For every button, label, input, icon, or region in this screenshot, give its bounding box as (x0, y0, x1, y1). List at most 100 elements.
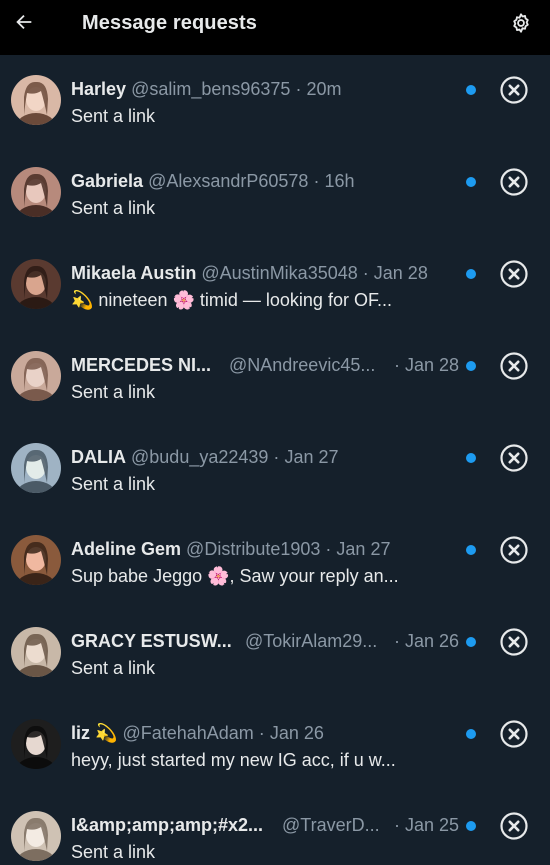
sender-handle: @AustinMika35048 (201, 263, 358, 283)
message-requests-screen: Message requests Harley @salim_bens96375… (0, 0, 550, 865)
message-preview: Sent a link (71, 382, 156, 402)
avatar[interactable] (11, 811, 61, 861)
unread-indicator (466, 453, 476, 463)
unread-indicator (466, 637, 476, 647)
close-circle-icon (500, 76, 528, 104)
request-header-line: Harley @salim_bens96375 · 20m (71, 77, 466, 101)
separator-dot: · (273, 447, 280, 467)
dismiss-request-button[interactable] (500, 628, 528, 656)
avatar[interactable] (11, 535, 61, 585)
message-preview: Sent a link (71, 106, 156, 126)
dismiss-request-button[interactable] (500, 444, 528, 472)
separator-dot: · (295, 79, 302, 99)
request-header-line: Adeline Gem @Distribute1903 · Jan 27 (71, 537, 466, 561)
dismiss-request-button[interactable] (500, 168, 528, 196)
request-header-line: Mikaela Austin @AustinMika35048 · Jan 28 (71, 261, 466, 285)
request-header-line: liz 💫 @FatehahAdam · Jan 26 (71, 721, 466, 745)
sender-name: DALIA (71, 447, 126, 467)
close-circle-icon (500, 812, 528, 840)
message-request-row[interactable]: I&amp;amp;amp;#x2... @TraverD... · Jan 25 S… (0, 791, 550, 865)
avatar[interactable] (11, 627, 61, 677)
unread-indicator (466, 361, 476, 371)
sender-name: GRACY ESTUSW... (71, 631, 232, 651)
message-preview: Sent a link (71, 474, 156, 494)
avatar[interactable] (11, 167, 61, 217)
close-circle-icon (500, 260, 528, 288)
dismiss-request-button[interactable] (500, 352, 528, 380)
sender-handle: @FatehahAdam (122, 723, 254, 743)
dismiss-request-button[interactable] (500, 260, 528, 288)
sender-name: liz 💫 (71, 723, 118, 743)
sender-name: Harley (71, 79, 127, 99)
separator-dot: · (313, 171, 320, 191)
sender-handle: @salim_bens96375 (131, 79, 291, 99)
message-request-row[interactable]: Mikaela Austin @AustinMika35048 · Jan 28… (0, 239, 550, 331)
message-request-row[interactable]: Gabriela @AlexsandrP60578 · 16h Sent a li… (0, 147, 550, 239)
sender-name: MERCEDES NI... (71, 355, 212, 375)
message-request-row[interactable]: GRACY ESTUSW... @TokirAlam29... · Jan 26 Se… (0, 607, 550, 699)
gear-icon (510, 12, 532, 39)
top-bar: Message requests (0, 0, 550, 55)
timestamp: Jan 25 (405, 815, 460, 835)
message-request-row[interactable]: DALIA @budu_ya22439 · Jan 27 Sent a link (0, 423, 550, 515)
request-header-line: I&amp;amp;amp;#x2... @TraverD... · Jan 25 (71, 813, 466, 837)
scrollbar-track[interactable] (544, 55, 550, 865)
separator-dot: · (394, 631, 400, 651)
timestamp: Jan 26 (269, 723, 324, 743)
request-header-line: DALIA @budu_ya22439 · Jan 27 (71, 445, 466, 469)
close-circle-icon (500, 444, 528, 472)
request-header-line: MERCEDES NI... @NAndreevic45... · Jan 28 (71, 353, 466, 377)
dismiss-request-button[interactable] (500, 720, 528, 748)
message-request-row[interactable]: Adeline Gem @Distribute1903 · Jan 27 Sup … (0, 515, 550, 607)
timestamp: Jan 27 (284, 447, 339, 467)
message-preview: heyy, just started my new IG acc, if u w… (71, 750, 396, 770)
page-title: Message requests (82, 12, 258, 34)
message-request-list: Harley @salim_bens96375 · 20m Sent a link… (0, 55, 550, 865)
sender-name: I&amp;amp;amp;#x2... (71, 815, 264, 835)
timestamp: Jan 28 (373, 263, 428, 283)
separator-dot: · (394, 355, 400, 375)
avatar[interactable] (11, 75, 61, 125)
separator-dot: · (394, 815, 400, 835)
sender-handle: @Distribute1903 (186, 539, 321, 559)
avatar[interactable] (11, 259, 61, 309)
timestamp: Jan 26 (405, 631, 460, 651)
avatar[interactable] (11, 443, 61, 493)
timestamp: 16h (324, 171, 355, 191)
sender-name: Adeline Gem (71, 539, 182, 559)
message-preview: Sent a link (71, 198, 156, 218)
message-request-row[interactable]: liz 💫 @FatehahAdam · Jan 26 heyy, just st… (0, 699, 550, 791)
timestamp: Jan 28 (405, 355, 460, 375)
request-header-line: Gabriela @AlexsandrP60578 · 16h (71, 169, 466, 193)
unread-indicator (466, 269, 476, 279)
close-circle-icon (500, 628, 528, 656)
close-circle-icon (500, 536, 528, 564)
avatar[interactable] (11, 351, 61, 401)
dismiss-request-button[interactable] (500, 812, 528, 840)
dismiss-request-button[interactable] (500, 536, 528, 564)
sender-handle: @AlexsandrP60578 (148, 171, 309, 191)
sender-handle: @TraverD... (282, 815, 380, 835)
settings-button[interactable] (508, 12, 534, 38)
separator-dot: · (258, 723, 265, 743)
close-circle-icon (500, 168, 528, 196)
unread-indicator (466, 545, 476, 555)
message-request-row[interactable]: MERCEDES NI... @NAndreevic45... · Jan 28 Se… (0, 331, 550, 423)
unread-indicator (466, 729, 476, 739)
timestamp: Jan 27 (336, 539, 391, 559)
back-button[interactable] (10, 10, 38, 38)
message-request-row[interactable]: Harley @salim_bens96375 · 20m Sent a link (0, 55, 550, 147)
unread-indicator (466, 821, 476, 831)
arrow-left-icon (13, 11, 35, 38)
dismiss-request-button[interactable] (500, 76, 528, 104)
request-header-line: GRACY ESTUSW... @TokirAlam29... · Jan 26 (71, 629, 466, 653)
sender-handle: @NAndreevic45... (229, 355, 376, 375)
sender-handle: @budu_ya22439 (131, 447, 269, 467)
sender-name: Mikaela Austin (71, 263, 197, 283)
avatar[interactable] (11, 719, 61, 769)
message-preview: 💫 nineteen 🌸 timid — looking for OF... (71, 290, 392, 310)
separator-dot: · (325, 539, 332, 559)
sender-name: Gabriela (71, 171, 144, 191)
close-circle-icon (500, 720, 528, 748)
message-preview: Sup babe Jeggo 🌸, Saw your reply an... (71, 566, 399, 586)
